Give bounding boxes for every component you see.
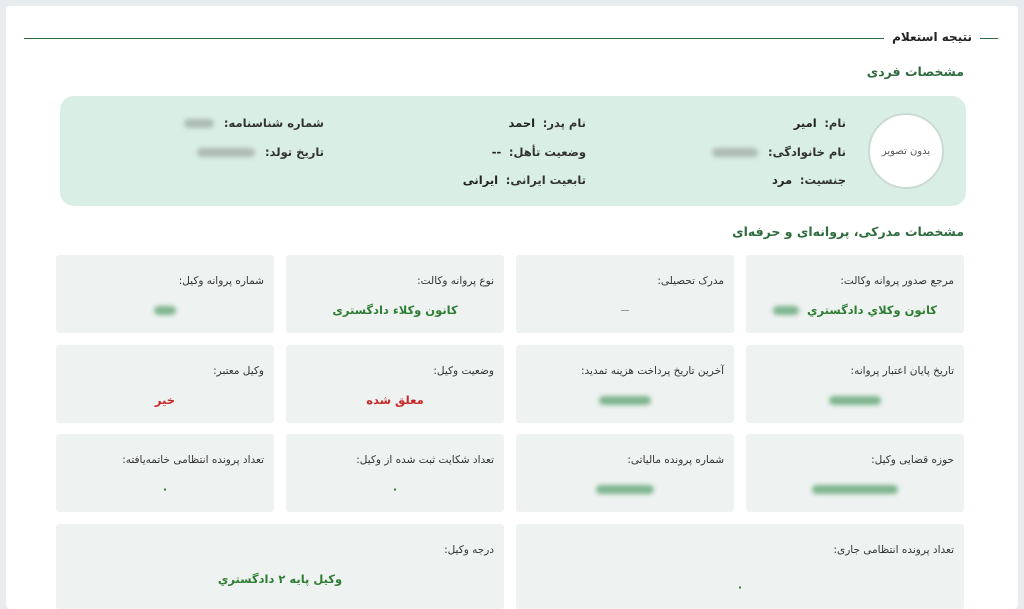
last-name-field: نام خانوادگی: — [712, 145, 846, 159]
gender-field: جنسیت: مرد — [772, 173, 846, 187]
card-license-issuer: مرجع صدور پروانه وکالت: كانون وكلاي دادگ… — [746, 255, 964, 333]
card-complaints-count: تعداد شکایت ثبت شده از وکیل: ۰ — [286, 434, 504, 512]
first-name-value: امیر — [793, 116, 817, 130]
card-value — [516, 482, 734, 496]
jurisdiction-redacted — [812, 485, 898, 494]
card-license-number: شماره پروانه وکیل: — [56, 255, 274, 333]
father-name-value: احمد — [508, 116, 536, 130]
card-label: شماره پروانه وکیل: — [178, 275, 264, 287]
card-value: كانون وكلاي دادگستري — [746, 303, 964, 317]
birth-date-field: تاریخ تولد: — [197, 145, 324, 159]
card-label: وکیل معتبر: — [213, 365, 264, 377]
father-name-field: نام پدر: احمد — [509, 116, 587, 130]
marital-status-field: وضعیت تأهل: -- — [492, 145, 586, 159]
card-license-expiry: تاریخ پایان اعتبار پروانه: — [746, 345, 964, 423]
card-license-type: نوع پروانه وکالت: کانون وکلاء دادگستری — [286, 255, 504, 333]
nationality-field: تابعیت ایرانی: ایرانی — [463, 173, 586, 187]
license-number-redacted — [154, 306, 176, 315]
card-value: ۰ — [391, 482, 399, 496]
gender-value: مرد — [772, 173, 793, 187]
birth-date-redacted — [197, 148, 256, 157]
nationality-value: ایرانی — [462, 173, 499, 187]
card-valid-lawyer: وکیل معتبر: خیر — [56, 345, 274, 423]
card-value: خیر — [154, 393, 176, 407]
card-closed-disciplinary-cases: تعداد پرونده انتظامی خاتمه‌یافته: ۰ — [56, 434, 274, 512]
card-label: تاریخ پایان اعتبار پروانه: — [850, 365, 954, 377]
card-value — [746, 482, 964, 496]
card-lawyer-status: وضعیت وکیل: معلق شده — [286, 345, 504, 423]
personal-section-title: مشخصات فردی — [866, 64, 964, 79]
license-issuer-value: كانون وكلاي دادگستري — [807, 303, 937, 317]
card-label: نوع پروانه وکالت: — [417, 275, 494, 287]
marital-status-label: وضعیت تأهل: — [508, 145, 586, 159]
card-label: تعداد پرونده انتظامی خاتمه‌یافته: — [122, 454, 264, 466]
id-number-label: شماره شناسنامه: — [223, 116, 324, 130]
first-name-field: نام: امیر — [794, 116, 846, 130]
card-label: مرجع صدور پروانه وکالت: — [840, 275, 954, 287]
gender-label: جنسیت: — [799, 173, 846, 187]
first-name-label: نام: — [824, 116, 846, 130]
last-name-label: نام خانوادگی: — [768, 145, 846, 159]
card-value: کانون وکلاء دادگستری — [332, 303, 458, 317]
card-tax-file-number: شماره پرونده مالیاتی: — [516, 434, 734, 512]
id-number-redacted — [184, 119, 215, 128]
card-value: معلق شده — [366, 393, 424, 407]
card-value — [746, 393, 964, 407]
card-label: درجه وکیل: — [444, 544, 494, 556]
avatar-text: بدون تصویر — [881, 145, 931, 157]
professional-section-title: مشخصات مدرکی، پروانه‌ای و حرفه‌ای — [732, 224, 964, 239]
empty-value-dash — [621, 310, 629, 311]
card-value: ۰ — [161, 482, 169, 496]
nationality-label: تابعیت ایرانی: — [505, 173, 586, 187]
inquiry-result-panel: نتیجه استعلام مشخصات فردی بدون تصویر نام… — [6, 6, 1018, 609]
card-open-disciplinary-cases: تعداد پرونده انتظامی جاری: ۰ — [516, 524, 964, 609]
card-lawyer-grade: درجه وکیل: وكيل پايه ۲ دادگستري — [56, 524, 504, 609]
card-value — [516, 303, 734, 317]
card-label: مدرک تحصیلی: — [657, 275, 724, 287]
card-value — [56, 303, 274, 317]
marital-status-value: -- — [491, 145, 502, 159]
tax-file-redacted — [596, 485, 654, 494]
card-label: تعداد پرونده انتظامی جاری: — [833, 544, 954, 556]
avatar-placeholder: بدون تصویر — [868, 113, 944, 189]
license-issuer-redacted — [772, 306, 799, 315]
father-name-label: نام پدر: — [542, 116, 586, 130]
last-name-redacted — [712, 148, 759, 157]
card-jurisdiction: حوزه قضایی وکیل: — [746, 434, 964, 512]
card-label: وضعیت وکیل: — [433, 365, 494, 377]
card-label: حوزه قضایی وکیل: — [871, 454, 954, 466]
header-divider — [24, 38, 998, 39]
card-label: تعداد شکایت ثبت شده از وکیل: — [356, 454, 494, 466]
card-value: وكيل پايه ۲ دادگستري — [217, 572, 343, 586]
card-label: شماره پرونده مالیاتی: — [627, 454, 724, 466]
card-label: آخرین تاریخ پرداخت هزینه تمدید: — [581, 365, 724, 377]
card-value: ۰ — [736, 580, 744, 594]
license-expiry-redacted — [829, 396, 881, 405]
card-value — [516, 393, 734, 407]
page-title: نتیجه استعلام — [884, 30, 980, 44]
card-last-renewal-payment: آخرین تاریخ پرداخت هزینه تمدید: — [516, 345, 734, 423]
card-education: مدرک تحصیلی: — [516, 255, 734, 333]
result-header: نتیجه استعلام — [24, 28, 998, 48]
birth-date-label: تاریخ تولد: — [265, 145, 324, 159]
id-number-field: شماره شناسنامه: — [184, 116, 324, 130]
personal-info-box: بدون تصویر نام: امیر نام خانوادگی: جنسیت… — [60, 96, 966, 206]
renewal-date-redacted — [599, 396, 651, 405]
